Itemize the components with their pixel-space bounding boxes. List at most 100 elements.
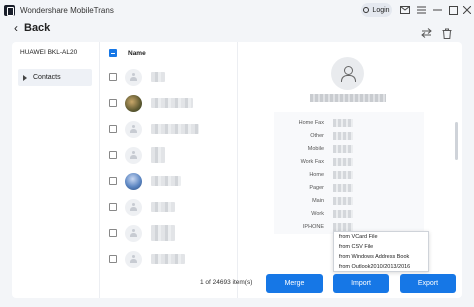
redacted-name bbox=[151, 124, 199, 134]
merge-button[interactable]: Merge bbox=[266, 274, 323, 293]
field-row: Pager bbox=[274, 181, 424, 194]
field-label: Mobile bbox=[307, 145, 324, 152]
detail-scrollbar[interactable] bbox=[455, 122, 458, 160]
field-row: Mobile bbox=[274, 142, 424, 155]
row-checkbox[interactable] bbox=[109, 177, 117, 185]
list-header: Name bbox=[100, 42, 237, 64]
row-checkbox[interactable] bbox=[109, 229, 117, 237]
field-label: Main bbox=[312, 197, 324, 204]
redacted-name bbox=[151, 254, 185, 264]
redacted-value bbox=[333, 157, 353, 166]
caret-right-icon bbox=[23, 74, 27, 81]
row-checkbox[interactable] bbox=[109, 255, 117, 263]
field-row: Other bbox=[274, 129, 424, 142]
import-button[interactable]: Import bbox=[333, 274, 389, 293]
list-item[interactable] bbox=[100, 246, 237, 272]
avatar bbox=[125, 198, 142, 216]
mail-icon[interactable] bbox=[399, 4, 411, 16]
close-icon[interactable] bbox=[461, 4, 473, 16]
field-label: Work bbox=[311, 210, 324, 217]
row-checkbox[interactable] bbox=[109, 99, 117, 107]
redacted-value bbox=[333, 131, 353, 140]
redacted-value bbox=[333, 196, 353, 205]
sidebar-item-label: Contacts bbox=[33, 74, 61, 81]
user-icon bbox=[363, 7, 370, 13]
app-title: Wondershare MobileTrans bbox=[20, 5, 114, 15]
avatar bbox=[125, 250, 142, 268]
sidebar-item-contacts[interactable]: Contacts bbox=[18, 69, 92, 86]
maximize-icon[interactable] bbox=[447, 4, 459, 16]
row-checkbox[interactable] bbox=[109, 203, 117, 211]
field-label: Home Fax bbox=[298, 119, 324, 126]
avatar bbox=[125, 68, 142, 86]
field-label: IPHONE bbox=[302, 223, 324, 230]
import-menu: from VCard File from CSV File from Windo… bbox=[333, 231, 429, 272]
contact-list: Name bbox=[100, 42, 238, 298]
menu-item-csv[interactable]: from CSV File bbox=[334, 242, 428, 252]
field-label: Work Fax bbox=[300, 158, 324, 165]
person-icon bbox=[130, 73, 137, 81]
redacted-value bbox=[333, 209, 353, 218]
row-checkbox[interactable] bbox=[109, 151, 117, 159]
field-label: Home bbox=[309, 171, 324, 178]
item-count: 1 of 24693 item(s) bbox=[200, 279, 253, 286]
person-icon bbox=[130, 151, 137, 159]
redacted-value bbox=[333, 183, 353, 192]
list-item[interactable] bbox=[100, 90, 237, 116]
person-icon bbox=[340, 65, 356, 82]
transfer-icon[interactable] bbox=[420, 27, 432, 39]
redacted-value bbox=[333, 222, 353, 231]
person-icon bbox=[130, 229, 137, 237]
list-item[interactable] bbox=[100, 116, 237, 142]
export-button[interactable]: Export bbox=[400, 274, 456, 293]
list-item[interactable] bbox=[100, 194, 237, 220]
field-row: Main bbox=[274, 194, 424, 207]
redacted-value bbox=[333, 118, 353, 127]
redacted-value bbox=[333, 144, 353, 153]
login-label: Login bbox=[372, 6, 390, 14]
avatar bbox=[125, 172, 142, 190]
login-button[interactable]: Login bbox=[361, 3, 392, 17]
contact-fields: Home Fax Other Mobile Work Fax Home Page… bbox=[274, 112, 424, 234]
trash-icon[interactable] bbox=[441, 27, 453, 39]
row-checkbox[interactable] bbox=[109, 125, 117, 133]
sidebar: HUAWEI BKL-AL20 Contacts bbox=[12, 42, 100, 298]
back-label: Back bbox=[24, 22, 51, 34]
menu-item-outlook[interactable]: from Outlook2010/2013/2016 bbox=[334, 262, 428, 272]
field-row: Home bbox=[274, 168, 424, 181]
redacted-name bbox=[151, 147, 165, 163]
field-label: Pager bbox=[309, 184, 324, 191]
menu-item-windows-address-book[interactable]: from Windows Address Book bbox=[334, 252, 428, 262]
avatar bbox=[125, 94, 142, 112]
redacted-name bbox=[151, 176, 181, 186]
contact-avatar bbox=[331, 57, 364, 90]
back-button[interactable]: ‹ Back bbox=[14, 20, 50, 36]
back-arrow-icon: ‹ bbox=[14, 21, 18, 35]
list-item[interactable] bbox=[100, 64, 237, 90]
avatar bbox=[125, 120, 142, 138]
field-row: Home Fax bbox=[274, 116, 424, 129]
person-icon bbox=[130, 255, 137, 263]
app-logo-icon bbox=[4, 4, 15, 16]
menu-item-vcard[interactable]: from VCard File bbox=[334, 232, 428, 242]
minimize-icon[interactable] bbox=[431, 4, 443, 16]
redacted-name bbox=[151, 98, 193, 108]
redacted-contact-name bbox=[310, 94, 386, 102]
redacted-name bbox=[151, 202, 175, 212]
list-item[interactable] bbox=[100, 142, 237, 168]
field-row: Work bbox=[274, 207, 424, 220]
row-checkbox[interactable] bbox=[109, 73, 117, 81]
menu-icon[interactable] bbox=[415, 4, 427, 16]
avatar bbox=[125, 146, 142, 164]
name-column-header: Name bbox=[128, 49, 146, 57]
redacted-name bbox=[151, 225, 175, 241]
person-icon bbox=[130, 203, 137, 211]
device-name: HUAWEI BKL-AL20 bbox=[20, 49, 78, 56]
field-row: Work Fax bbox=[274, 155, 424, 168]
list-item[interactable] bbox=[100, 168, 237, 194]
avatar bbox=[125, 224, 142, 242]
list-item[interactable] bbox=[100, 220, 237, 246]
select-all-checkbox[interactable] bbox=[109, 49, 117, 57]
field-label: Other bbox=[310, 132, 324, 139]
redacted-name bbox=[151, 72, 165, 82]
